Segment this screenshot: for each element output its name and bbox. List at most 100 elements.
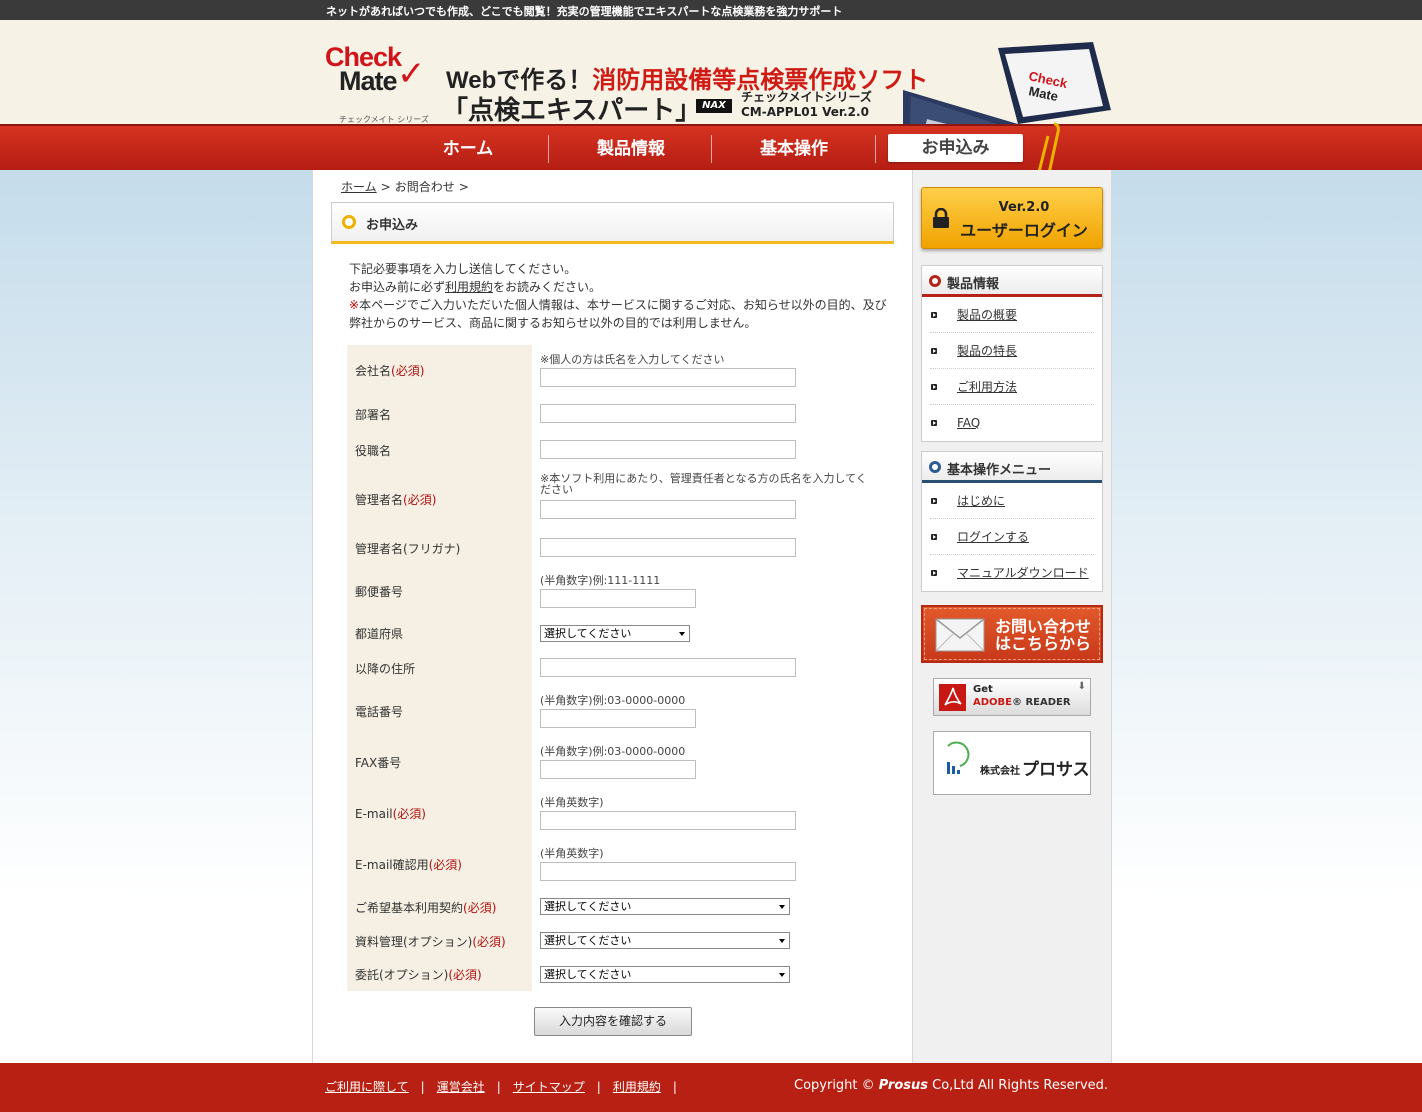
phone-label: 電話番号 [347, 686, 532, 737]
arrow-bullet-icon [931, 312, 937, 318]
checkmate-logo[interactable]: Check Mate ✓ チェックメイト シリーズ [325, 42, 429, 124]
main-content: ホーム > お問合わせ > お申込み 下記必要事項を入力し送信してください。 お申込み… [312, 170, 912, 1063]
list-item: はじめに [930, 483, 1094, 519]
breadcrumb-sep: > [380, 180, 391, 194]
usage-link[interactable]: ご利用方法 [957, 380, 1017, 394]
position-label: 役職名 [347, 432, 532, 468]
intro-line2: お申込み前に必ず利用規約をお読みください。 [349, 278, 894, 296]
address-input[interactable] [540, 658, 796, 677]
adobe-reader-text: ADOBE® READER [973, 697, 1071, 708]
company-input[interactable] [540, 368, 796, 387]
row-doc-mgmt: 資料管理(オプション) (必須) 選択してください [347, 924, 895, 958]
doc-mgmt-label: 資料管理(オプション) (必須) [347, 924, 532, 958]
manual-download-link[interactable]: マニュアルダウンロード [957, 566, 1089, 580]
footer-terms-of-use-link[interactable]: ご利用に際して [325, 1080, 409, 1094]
products-menu-title: 製品情報 [947, 277, 1000, 292]
breadcrumb-home[interactable]: ホーム [341, 180, 377, 194]
product-features-link[interactable]: 製品の特長 [957, 344, 1017, 358]
arrow-bullet-icon [931, 420, 937, 426]
footer-sitemap-link[interactable]: サイトマップ [513, 1080, 585, 1094]
series-info: チェックメイトシリーズ CM-APPL01 Ver.2.0 [741, 90, 872, 120]
faq-link[interactable]: FAQ [957, 416, 980, 430]
contact-banner[interactable]: お問い合わせ はこちらから [921, 605, 1103, 663]
intro-link[interactable]: はじめに [957, 494, 1005, 508]
manager-kana-label: 管理者名(フリガナ) [347, 530, 532, 566]
adobe-reader-banner[interactable]: Get ADOBE® READER ⬇ [933, 678, 1091, 716]
products-list: 製品の概要 製品の特長 ご利用方法 FAQ [922, 297, 1102, 441]
fax-label: FAX番号 [347, 737, 532, 788]
manager-input[interactable] [540, 500, 796, 519]
doc-mgmt-select[interactable]: 選択してください [540, 932, 790, 949]
prefecture-select[interactable]: 選択してください [540, 625, 690, 642]
footer-company-link[interactable]: 運営会社 [437, 1080, 485, 1094]
series-line1: チェックメイトシリーズ [741, 90, 872, 104]
fax-note: (半角数字)例:03-0000-0000 [540, 745, 686, 758]
company-label: 会社名 (必須) [347, 345, 532, 396]
terms-link[interactable]: 利用規約 [445, 280, 493, 294]
postal-input[interactable] [540, 589, 696, 608]
nav-home[interactable]: ホーム [390, 135, 546, 163]
outsourcing-label: 委託(オプション) (必須) [347, 958, 532, 991]
label-text: 管理者名 [355, 492, 404, 507]
email-input[interactable] [540, 811, 796, 830]
footer-sep: | [420, 1080, 425, 1094]
circle-bullet-icon [929, 461, 941, 473]
phone-input[interactable] [540, 709, 696, 728]
copyright: Copyright © Prosus Co,Ltd All Rights Res… [794, 1078, 1108, 1093]
products-menu: 製品情報 製品の概要 製品の特長 ご利用方法 FAQ [921, 265, 1103, 442]
email-confirm-input[interactable] [540, 862, 796, 881]
prefecture-label: 都道府県 [347, 617, 532, 650]
contract-select[interactable]: 選択してください [540, 898, 790, 915]
intro-line2-post: をお読みください。 [493, 280, 602, 294]
nav-apply[interactable]: お申込み [888, 134, 1023, 162]
arrow-bullet-icon [931, 384, 937, 390]
user-login-button[interactable]: Ver.2.0 ユーザーログイン [921, 187, 1103, 249]
fax-input[interactable] [540, 760, 696, 779]
department-input[interactable] [540, 404, 796, 423]
row-address: 以降の住所 [347, 650, 895, 686]
manager-kana-input[interactable] [540, 538, 796, 557]
nav-products[interactable]: 製品情報 [552, 135, 710, 163]
series-line2: CM-APPL01 Ver.2.0 [741, 105, 869, 119]
login-label: ユーザーログイン [960, 221, 1088, 240]
nav-divider [711, 135, 712, 163]
required-mark: (必須) [448, 968, 482, 982]
row-email: E-mail (必須) (半角英数字) [347, 788, 895, 839]
label-text: 以降の住所 [355, 661, 416, 676]
row-manager-kana: 管理者名(フリガナ) [347, 530, 895, 566]
nav-basics[interactable]: 基本操作 [715, 135, 873, 163]
contact-line1: お問い合わせ [995, 617, 1092, 636]
login-guide-link[interactable]: ログインする [957, 530, 1029, 544]
prosus-name: プロサス [1022, 760, 1090, 780]
prosus-kk: 株式会社 [980, 766, 1020, 777]
breadcrumb: ホーム > お問合わせ > [341, 178, 473, 195]
list-item: 製品の特長 [930, 333, 1094, 369]
footer: ご利用に際して | 運営会社 | サイトマップ | 利用規約 | Copyright © Pr… [0, 1063, 1422, 1112]
footer-terms-link[interactable]: 利用規約 [613, 1080, 661, 1094]
email-note: (半角英数字) [540, 796, 604, 809]
notice-text: 本ページでご入力いただいた個人情報は、本サービスに関するご対応、お知らせ以外の目… [349, 298, 887, 330]
email-confirm-label: E-mail確認用 (必須) [347, 839, 532, 890]
copy-post: Co,Ltd All Rights Reserved. [932, 1078, 1109, 1093]
phone-note: (半角数字)例:03-0000-0000 [540, 694, 686, 707]
row-department: 部署名 [347, 396, 895, 432]
row-outsourcing: 委託(オプション) (必須) 選択してください [347, 958, 895, 991]
position-input[interactable] [540, 440, 796, 459]
header-subtitle: 「点検エキスパート」 [442, 95, 702, 125]
email-confirm-note: (半角英数字) [540, 847, 604, 860]
section-header: お申込み [331, 202, 894, 244]
copy-pre: Copyright © [794, 1078, 875, 1093]
prosus-banner[interactable]: 株式会社 プロサス [933, 731, 1091, 795]
department-label: 部署名 [347, 396, 532, 432]
nax-badge: NAX [696, 99, 732, 113]
main-nav: ホーム 製品情報 基本操作 お申込み [0, 124, 1422, 170]
envelope-icon [935, 618, 985, 652]
label-text: E-mail [355, 806, 393, 821]
adobe-get: Get [973, 684, 993, 695]
breadcrumb-current: お問合わせ [394, 180, 455, 194]
product-overview-link[interactable]: 製品の概要 [957, 308, 1017, 322]
confirm-button[interactable]: 入力内容を確認する [534, 1007, 692, 1036]
outsourcing-select[interactable]: 選択してください [540, 966, 790, 983]
nav-divider [548, 135, 549, 163]
label-text: 会社名 [355, 364, 392, 378]
